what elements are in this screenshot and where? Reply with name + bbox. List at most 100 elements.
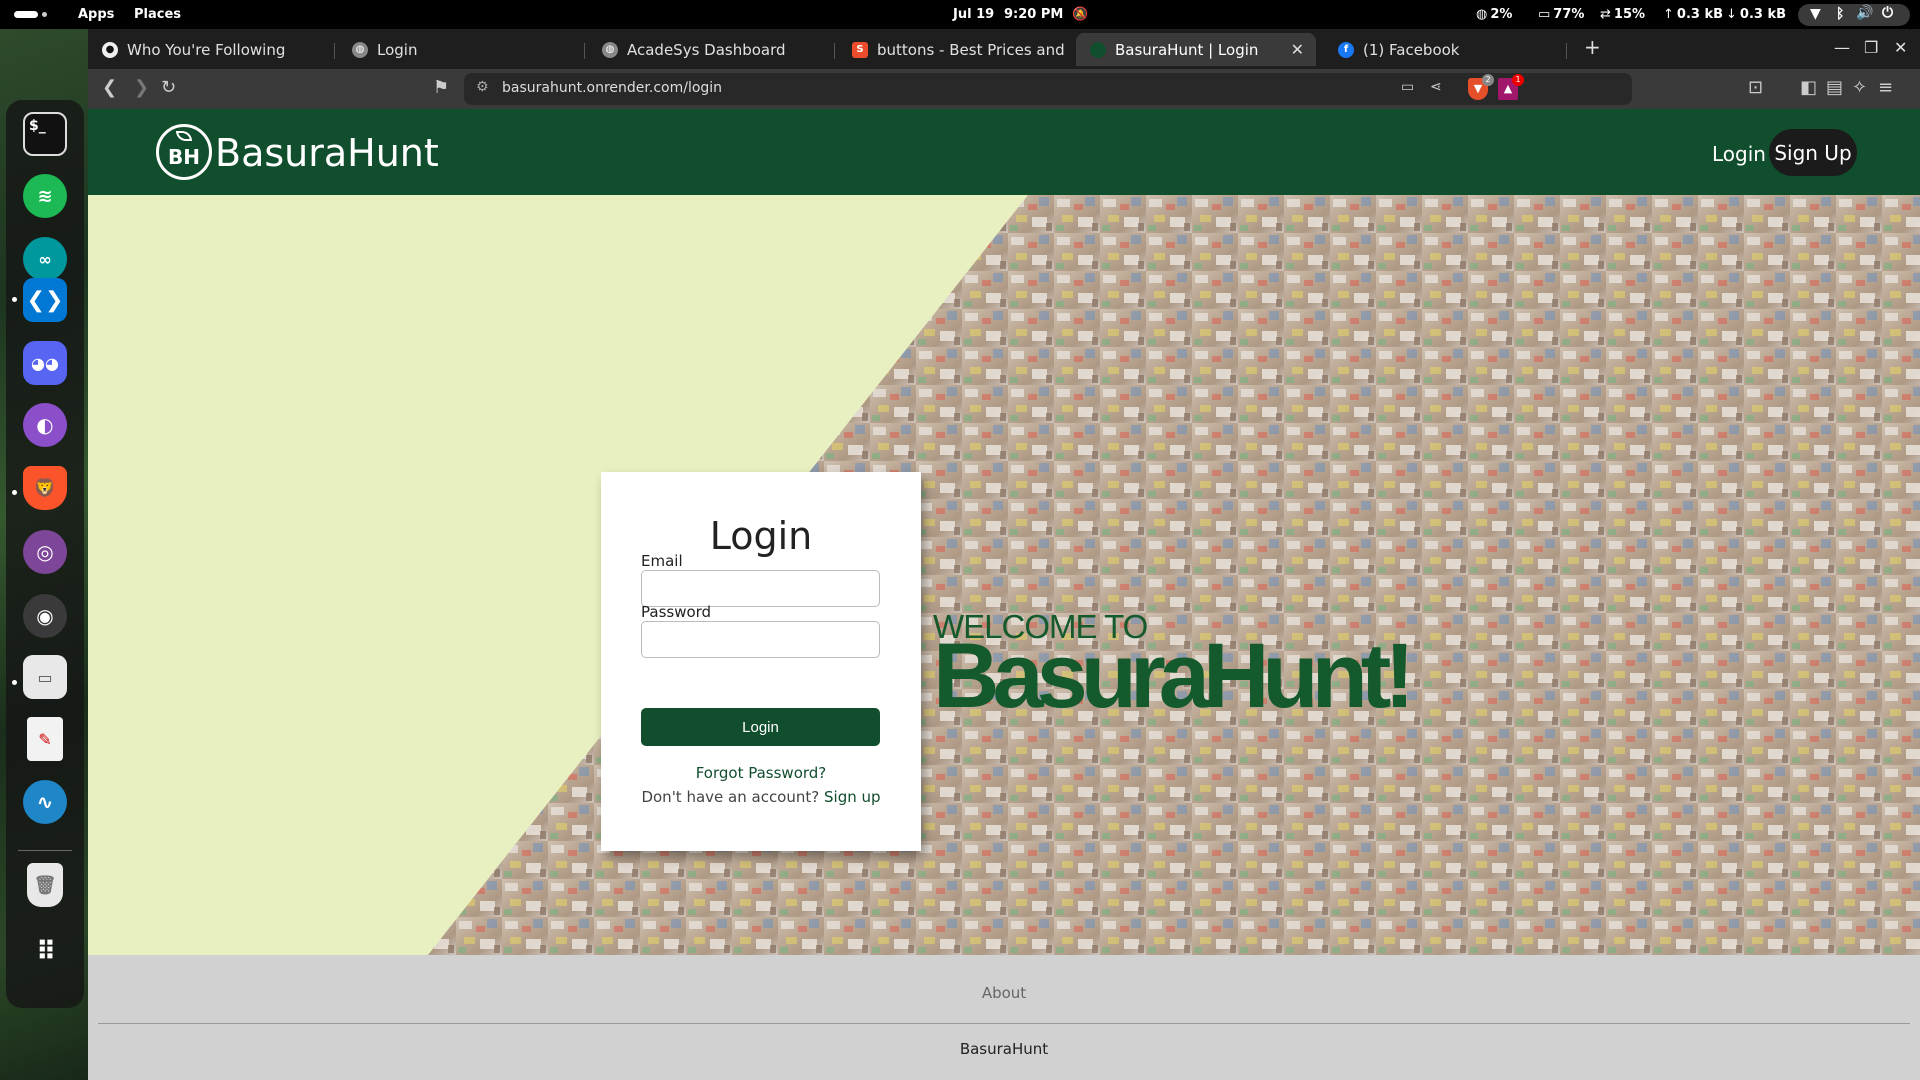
forward-icon[interactable]: ❯ xyxy=(134,77,149,99)
clock-time[interactable]: 9:20 PM xyxy=(1004,7,1063,22)
tor-browser-icon[interactable]: ◎ xyxy=(23,530,67,574)
site-navbar: BH BasuraHunt Login Sign Up xyxy=(88,109,1920,195)
places-menu[interactable]: Places xyxy=(134,7,181,22)
wireshark-icon[interactable]: ∿ xyxy=(23,780,67,824)
email-label: Email xyxy=(641,552,683,570)
nav-login-link[interactable]: Login xyxy=(1712,142,1766,166)
tab-title: AcadeSys Dashboard xyxy=(627,40,786,59)
sidebar-icon[interactable]: ◧ xyxy=(1800,77,1817,99)
back-icon[interactable]: ❮ xyxy=(102,77,117,99)
activities-indicator[interactable] xyxy=(14,11,38,18)
vscode-icon[interactable]: ❮❯ xyxy=(23,278,67,322)
spotify-icon[interactable]: ≋ xyxy=(23,174,67,218)
globe-icon: ◍ xyxy=(602,41,618,58)
no-account-text: Don't have an account? xyxy=(641,788,820,806)
tab-separator xyxy=(334,43,335,59)
tab-whos-following[interactable]: ● Who You're Following xyxy=(88,33,332,66)
bookmark-icon[interactable]: ⚑ xyxy=(433,77,449,99)
system-menu[interactable]: ▼ ᛒ 🔊 ⏻ xyxy=(1798,4,1910,26)
bluetooth-icon: ᛒ xyxy=(1836,6,1845,22)
power-icon: ⏻ xyxy=(1882,5,1894,21)
memory-indicator[interactable]: ▭ 77% xyxy=(1538,7,1584,22)
tab-separator xyxy=(584,43,585,59)
rewards-badge: 1 xyxy=(1512,74,1524,86)
running-indicator xyxy=(12,490,17,495)
running-indicator xyxy=(12,297,17,302)
shopee-icon: S xyxy=(852,41,868,58)
address-bar[interactable]: ⚙ basurahunt.onrender.com/login ▭ ⋖ ▼ 2 ▲… xyxy=(464,73,1632,105)
download-indicator[interactable]: ↓ 0.3 kB xyxy=(1726,7,1786,22)
footer-divider xyxy=(98,1023,1910,1024)
tab-facebook[interactable]: f (1) Facebook xyxy=(1324,33,1554,66)
share-icon[interactable]: ⋖ xyxy=(1430,79,1442,95)
terminal-icon[interactable]: $_ xyxy=(23,112,67,156)
cast-icon[interactable]: ▭ xyxy=(1401,79,1414,95)
apps-menu[interactable]: Apps xyxy=(78,7,114,22)
swap-indicator[interactable]: ⇄ 15% xyxy=(1600,7,1645,22)
close-tab-icon[interactable]: ✕ xyxy=(1291,40,1304,59)
brave-icon[interactable]: 🦁 xyxy=(23,466,67,510)
tab-basurahunt-login[interactable]: BasuraHunt | Login ✕ xyxy=(1076,33,1316,66)
cpu-value: 2% xyxy=(1490,7,1513,22)
footer-about-link[interactable]: About xyxy=(88,984,1920,1002)
tab-title: (1) Facebook xyxy=(1363,40,1460,59)
tab-login[interactable]: ◍ Login xyxy=(338,33,582,66)
menu-icon[interactable]: ≡ xyxy=(1878,77,1893,99)
restore-icon[interactable]: ❐ xyxy=(1864,38,1878,57)
workspace-dot xyxy=(42,12,47,17)
text-editor-icon[interactable]: ✎ xyxy=(27,717,63,761)
new-tab-button[interactable]: + xyxy=(1584,35,1601,59)
show-apps-icon[interactable]: ⠿ xyxy=(23,930,67,974)
upload-arrow-icon: ↑ xyxy=(1663,7,1674,22)
tab-acadesys[interactable]: ◍ AcadeSys Dashboard xyxy=(588,33,832,66)
tab-shopee[interactable]: S buttons - Best Prices and Onl xyxy=(838,33,1068,66)
close-window-icon[interactable]: ✕ xyxy=(1894,38,1907,57)
discord-icon[interactable]: ◕◕ xyxy=(23,341,67,385)
site-brand[interactable]: BasuraHunt xyxy=(215,131,439,175)
download-arrow-icon: ↓ xyxy=(1726,7,1737,22)
tab-title: buttons - Best Prices and Onl xyxy=(877,40,1068,59)
minimize-icon[interactable]: — xyxy=(1834,38,1850,57)
github-icon: ● xyxy=(102,41,118,58)
memory-value: 77% xyxy=(1553,7,1585,22)
web-page: BH BasuraHunt Login Sign Up WELCOME TO B… xyxy=(88,109,1920,1080)
volume-icon: 🔊 xyxy=(1856,5,1874,21)
swap-icon: ⇄ xyxy=(1600,7,1611,22)
signup-link[interactable]: Sign up xyxy=(824,788,881,806)
welcome-title: BasuraHunt! xyxy=(933,625,1415,727)
inkscape-icon[interactable]: ◉ xyxy=(23,594,67,638)
password-field[interactable] xyxy=(641,621,880,658)
wallet-icon[interactable]: ▤ xyxy=(1826,77,1843,99)
files-icon[interactable]: ▭ xyxy=(23,655,67,699)
garbage-background-image xyxy=(428,195,1920,955)
github-desktop-icon[interactable]: ◐ xyxy=(23,403,67,447)
leaf-icon xyxy=(176,131,192,141)
screenshot-icon[interactable]: ⊡ xyxy=(1748,77,1763,99)
reload-icon[interactable]: ↻ xyxy=(161,77,176,99)
notifications-muted-icon[interactable]: 🔕 xyxy=(1072,7,1088,22)
tab-title: BasuraHunt | Login xyxy=(1115,40,1259,59)
tab-title: Who You're Following xyxy=(127,40,286,59)
leo-ai-icon[interactable]: ✧ xyxy=(1852,77,1867,99)
basurahunt-icon xyxy=(1090,41,1106,58)
trash-icon[interactable]: 🗑 xyxy=(27,863,63,907)
brave-shields-icon[interactable]: ▼ 2 xyxy=(1468,74,1494,100)
dock-separator xyxy=(18,850,72,851)
login-submit-button[interactable]: Login xyxy=(641,708,880,746)
basurahunt-logo-icon[interactable]: BH xyxy=(156,124,212,180)
clock-date[interactable]: Jul 19 xyxy=(953,7,994,22)
hero-section: WELCOME TO BasuraHunt! Login Email Passw… xyxy=(88,195,1920,955)
shield-badge: 2 xyxy=(1482,74,1494,86)
site-settings-icon[interactable]: ⚙ xyxy=(476,79,489,95)
tab-separator xyxy=(834,43,835,59)
swap-value: 15% xyxy=(1613,7,1646,22)
forgot-password-link[interactable]: Forgot Password? xyxy=(601,764,921,782)
cpu-indicator[interactable]: ◍ 2% xyxy=(1476,7,1512,22)
email-field[interactable] xyxy=(641,570,880,607)
upload-indicator[interactable]: ↑ 0.3 kB xyxy=(1663,7,1723,22)
tab-title: Login xyxy=(377,40,418,59)
arduino-icon[interactable]: ∞ xyxy=(23,237,67,281)
brave-rewards-icon[interactable]: ▲ 1 xyxy=(1498,74,1524,100)
nav-signup-button[interactable]: Sign Up xyxy=(1769,129,1857,176)
wifi-icon: ▼ xyxy=(1810,6,1821,22)
